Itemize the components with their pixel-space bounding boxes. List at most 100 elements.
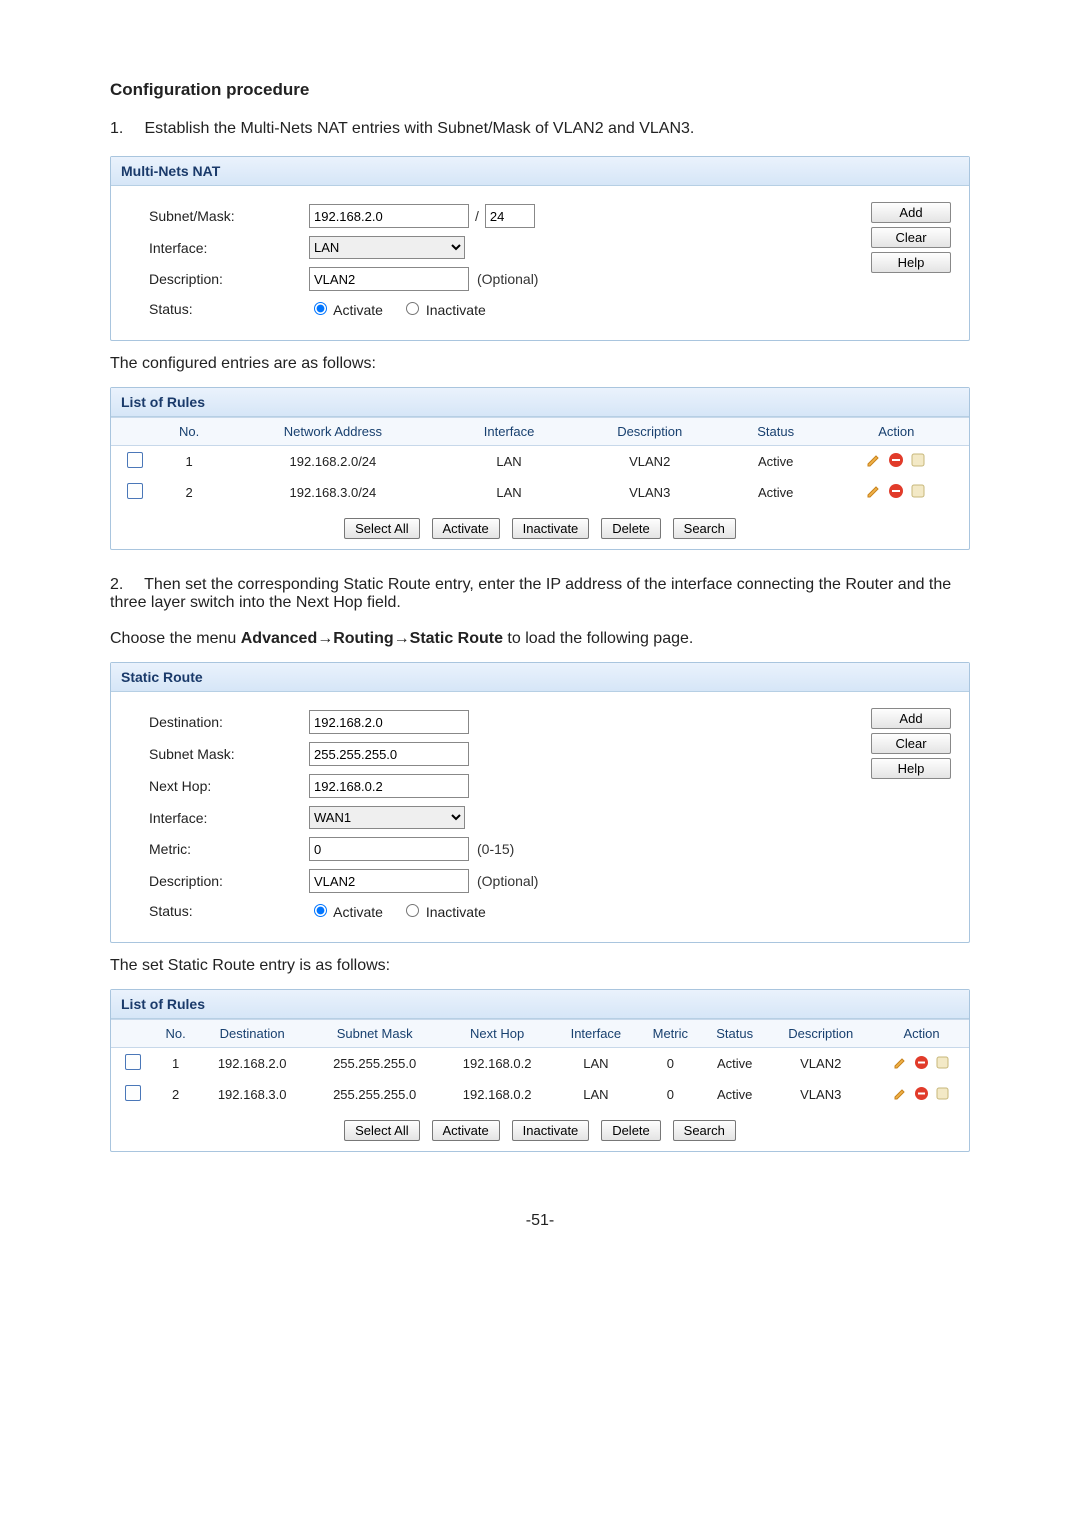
description-label: Description: xyxy=(149,271,309,287)
rules1-title: List of Rules xyxy=(111,388,969,417)
activate-radio[interactable] xyxy=(314,904,327,917)
col-dest: Destination xyxy=(196,1020,308,1048)
action-cell xyxy=(893,1055,950,1070)
action-cell xyxy=(866,452,926,468)
delete-icon[interactable] xyxy=(888,483,904,499)
add-button[interactable]: Add xyxy=(871,202,951,223)
info-icon[interactable] xyxy=(935,1086,950,1101)
inactivate-radio-label[interactable]: Inactivate xyxy=(401,299,486,318)
col-net: Network Address xyxy=(219,418,446,446)
table-row: 1 192.168.2.0/24 LAN VLAN2 Active xyxy=(111,446,969,478)
activate-radio-label[interactable]: Activate xyxy=(309,299,383,318)
hop-label: Next Hop: xyxy=(149,778,309,794)
info-icon[interactable] xyxy=(935,1055,950,1070)
mask-label: Subnet Mask: xyxy=(149,746,309,762)
col-iface: Interface xyxy=(553,1020,639,1048)
interface-select[interactable]: WAN1 xyxy=(309,806,465,829)
col-no: No. xyxy=(159,418,219,446)
info-icon[interactable] xyxy=(910,483,926,499)
col-desc: Description xyxy=(572,418,728,446)
delete-icon[interactable] xyxy=(888,452,904,468)
help-button[interactable]: Help xyxy=(871,252,951,273)
step-1-number: 1. xyxy=(110,120,140,138)
status-label: Status: xyxy=(149,301,309,317)
subnet-mask-input[interactable] xyxy=(309,742,469,766)
edit-icon[interactable] xyxy=(866,452,882,468)
delete-icon[interactable] xyxy=(914,1086,929,1101)
next-hop-input[interactable] xyxy=(309,774,469,798)
static-route-result-text: The set Static Route entry is as follows… xyxy=(110,957,970,975)
delete-button[interactable]: Delete xyxy=(601,518,661,539)
interface-label: Interface: xyxy=(149,240,309,256)
col-action: Action xyxy=(824,418,969,446)
configured-entries-text: The configured entries are as follows: xyxy=(110,355,970,373)
subnet-cidr-input[interactable] xyxy=(485,204,535,228)
info-icon[interactable] xyxy=(910,452,926,468)
inactivate-radio[interactable] xyxy=(406,302,419,315)
inactivate-radio-label[interactable]: Inactivate xyxy=(401,901,486,920)
status-label: Status: xyxy=(149,903,309,919)
row-checkbox[interactable] xyxy=(127,483,143,499)
edit-icon[interactable] xyxy=(893,1086,908,1101)
step-1-text: Establish the Multi-Nets NAT entries wit… xyxy=(144,120,694,137)
col-hop: Next Hop xyxy=(441,1020,553,1048)
col-status: Status xyxy=(702,1020,767,1048)
metric-label: Metric: xyxy=(149,841,309,857)
iface-label: Interface: xyxy=(149,810,309,826)
subnet-mask-label: Subnet/Mask: xyxy=(149,208,309,224)
col-mask: Subnet Mask xyxy=(308,1020,441,1048)
description-input[interactable] xyxy=(309,267,469,291)
menu-sentence: Choose the menu Advanced→Routing→Static … xyxy=(110,630,970,648)
table-row: 1 192.168.2.0 255.255.255.0 192.168.0.2 … xyxy=(111,1048,969,1080)
clear-button[interactable]: Clear xyxy=(871,227,951,248)
description-input[interactable] xyxy=(309,869,469,893)
destination-input[interactable] xyxy=(309,710,469,734)
add-button[interactable]: Add xyxy=(871,708,951,729)
metric-range: (0-15) xyxy=(477,841,514,857)
col-status: Status xyxy=(728,418,824,446)
step-2-text: Then set the corresponding Static Route … xyxy=(110,576,951,611)
table-row: 2 192.168.3.0 255.255.255.0 192.168.0.2 … xyxy=(111,1079,969,1110)
activate-button[interactable]: Activate xyxy=(432,518,500,539)
row-checkbox[interactable] xyxy=(125,1054,141,1070)
delete-icon[interactable] xyxy=(914,1055,929,1070)
table-row: 2 192.168.3.0/24 LAN VLAN3 Active xyxy=(111,477,969,508)
activate-radio-label[interactable]: Activate xyxy=(309,901,383,920)
action-cell xyxy=(866,483,926,499)
row-checkbox[interactable] xyxy=(127,452,143,468)
select-all-button[interactable]: Select All xyxy=(344,1120,419,1141)
inactivate-button[interactable]: Inactivate xyxy=(512,518,590,539)
page-number: -51- xyxy=(110,1212,970,1230)
clear-button[interactable]: Clear xyxy=(871,733,951,754)
edit-icon[interactable] xyxy=(893,1055,908,1070)
activate-radio[interactable] xyxy=(314,302,327,315)
search-button[interactable]: Search xyxy=(673,518,736,539)
inactivate-radio[interactable] xyxy=(406,904,419,917)
col-metric: Metric xyxy=(639,1020,702,1048)
metric-input[interactable] xyxy=(309,837,469,861)
help-button[interactable]: Help xyxy=(871,758,951,779)
interface-select[interactable]: LAN xyxy=(309,236,465,259)
row-checkbox[interactable] xyxy=(125,1085,141,1101)
multi-nets-title: Multi-Nets NAT xyxy=(111,157,969,186)
col-iface: Interface xyxy=(446,418,571,446)
select-all-button[interactable]: Select All xyxy=(344,518,419,539)
col-desc: Description xyxy=(767,1020,874,1048)
subnet-ip-input[interactable] xyxy=(309,204,469,228)
activate-button[interactable]: Activate xyxy=(432,1120,500,1141)
rules2-title: List of Rules xyxy=(111,990,969,1019)
step-2-number: 2. xyxy=(110,576,140,594)
dest-label: Destination: xyxy=(149,714,309,730)
step-2: 2. Then set the corresponding Static Rou… xyxy=(110,576,970,612)
step-1: 1. Establish the Multi-Nets NAT entries … xyxy=(110,120,970,138)
delete-button[interactable]: Delete xyxy=(601,1120,661,1141)
search-button[interactable]: Search xyxy=(673,1120,736,1141)
section-heading: Configuration procedure xyxy=(110,80,970,100)
inactivate-button[interactable]: Inactivate xyxy=(512,1120,590,1141)
action-cell xyxy=(893,1086,950,1101)
optional-note: (Optional) xyxy=(477,873,538,889)
edit-icon[interactable] xyxy=(866,483,882,499)
optional-note: (Optional) xyxy=(477,271,538,287)
desc-label: Description: xyxy=(149,873,309,889)
col-no: No. xyxy=(155,1020,196,1048)
